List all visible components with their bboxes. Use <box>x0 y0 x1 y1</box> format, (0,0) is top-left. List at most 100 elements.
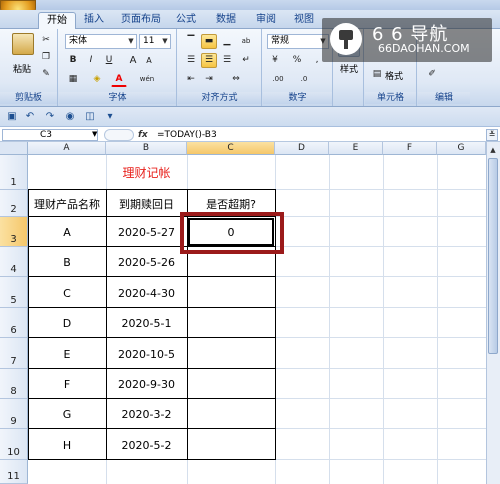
row-header-8[interactable]: 8 <box>0 369 28 399</box>
format-label[interactable]: 格式 <box>385 69 403 82</box>
cell-a3[interactable]: A <box>28 226 106 239</box>
decrease-decimal-button[interactable]: .0 <box>293 72 315 87</box>
number-format-select[interactable]: 常规▼ <box>267 34 329 49</box>
font-color-button[interactable]: A <box>111 72 127 87</box>
currency-icon[interactable]: ¥ <box>267 53 283 68</box>
column-header-a[interactable]: A <box>28 142 106 155</box>
table-border <box>28 459 276 460</box>
fill-color-icon[interactable]: ◈ <box>89 72 105 87</box>
cell-a8[interactable]: F <box>28 378 106 391</box>
align-center-icon[interactable]: ☰ <box>201 53 217 68</box>
name-box[interactable]: C3 <box>2 129 98 141</box>
column-header-d[interactable]: D <box>275 142 329 155</box>
paste-icon[interactable] <box>12 33 34 55</box>
font-size-select[interactable]: 11 ▼ <box>139 34 171 49</box>
header-overdue[interactable]: 是否超期? <box>187 196 275 212</box>
row-header-1[interactable]: 1 <box>0 155 28 190</box>
align-left-icon[interactable]: ☰ <box>183 53 199 68</box>
underline-button[interactable]: U <box>101 53 117 68</box>
row-header-4[interactable]: 4 <box>0 247 28 277</box>
tab-page-layout[interactable]: 页面布局 <box>114 12 168 29</box>
row-header-6[interactable]: 6 <box>0 308 28 338</box>
select-all-corner[interactable] <box>0 142 28 155</box>
spreadsheet-grid[interactable]: A B C D E F G 1 2 3 4 5 6 7 8 9 10 11 理财… <box>0 142 486 484</box>
align-bottom-icon[interactable]: ▁ <box>219 34 235 49</box>
cell-b10[interactable]: 2020-5-2 <box>106 439 187 452</box>
cell-a4[interactable]: B <box>28 256 106 269</box>
formula-input[interactable]: =TODAY()-B3 <box>157 129 217 141</box>
format-painter-icon[interactable]: ✎ <box>38 67 54 82</box>
row-header-11[interactable]: 11 <box>0 460 28 484</box>
row-header-5[interactable]: 5 <box>0 277 28 308</box>
sheet-title[interactable]: 理财记帐 <box>106 164 187 181</box>
cell-b5[interactable]: 2020-4-30 <box>106 287 187 300</box>
phonetic-button[interactable]: wén <box>135 72 159 87</box>
tab-data[interactable]: 数据 <box>210 12 242 29</box>
header-maturity-date[interactable]: 到期赎回日 <box>106 196 187 212</box>
print-preview-icon[interactable]: ◫ <box>84 111 96 123</box>
align-middle-icon[interactable]: ▬ <box>201 34 217 49</box>
cell-a7[interactable]: E <box>28 348 106 361</box>
column-header-c[interactable]: C <box>187 142 275 155</box>
orientation-button[interactable]: ab <box>238 34 254 49</box>
chevron-down-icon[interactable]: ▼ <box>92 130 97 138</box>
increase-decimal-button[interactable]: .00 <box>267 72 289 87</box>
decrease-indent-icon[interactable]: ⇤ <box>183 72 199 87</box>
cell-a6[interactable]: D <box>28 317 106 330</box>
scrollbar-thumb[interactable] <box>488 158 498 354</box>
align-right-icon[interactable]: ☰ <box>219 53 235 68</box>
merge-center-icon[interactable]: ⇔ <box>223 72 249 87</box>
row-number: 2 <box>10 204 17 215</box>
font-grow-button[interactable]: A <box>125 53 141 68</box>
wrap-text-icon[interactable]: ↵ <box>238 53 254 68</box>
border-icon[interactable]: ▦ <box>65 72 81 87</box>
editing-group-label: 编辑 <box>418 92 470 104</box>
column-header-g[interactable]: G <box>437 142 486 155</box>
row-number: 10 <box>7 447 20 458</box>
cell-b3[interactable]: 2020-5-27 <box>106 226 187 239</box>
expand-formula-icon[interactable]: ≚ <box>486 129 498 141</box>
disk-icon[interactable]: ◉ <box>64 111 76 123</box>
tab-insert[interactable]: 插入 <box>78 12 110 29</box>
column-header-b[interactable]: B <box>106 142 187 155</box>
cell-a10[interactable]: H <box>28 439 106 452</box>
copy-icon[interactable]: ❐ <box>38 50 54 65</box>
tab-view[interactable]: 视图 <box>288 12 320 29</box>
row-header-7[interactable]: 7 <box>0 338 28 369</box>
font-shrink-button[interactable]: A <box>141 53 157 68</box>
align-top-icon[interactable]: ▔ <box>183 34 199 49</box>
save-icon[interactable]: ▣ <box>6 111 18 123</box>
row-header-10[interactable]: 10 <box>0 429 28 460</box>
chevron-down-icon[interactable]: ▾ <box>104 111 116 123</box>
bold-button[interactable]: B <box>65 53 81 68</box>
tab-formulas[interactable]: 公式 <box>170 12 202 29</box>
font-name-select[interactable]: 宋体 ▼ <box>65 34 137 49</box>
cell-b7[interactable]: 2020-10-5 <box>106 348 187 361</box>
percent-button[interactable]: % <box>289 53 305 68</box>
formula-bar-divider[interactable] <box>104 129 134 141</box>
cell-b6[interactable]: 2020-5-1 <box>106 317 187 330</box>
cell-a5[interactable]: C <box>28 287 106 300</box>
cell-b9[interactable]: 2020-3-2 <box>106 408 187 421</box>
column-header-f[interactable]: F <box>383 142 437 155</box>
clear-icon[interactable]: ✐ <box>424 67 440 82</box>
format-cells-icon[interactable]: ▤ <box>369 67 385 82</box>
cut-icon[interactable]: ✂ <box>38 33 54 48</box>
cell-b4[interactable]: 2020-5-26 <box>106 256 187 269</box>
undo-icon[interactable]: ↶ <box>24 111 36 123</box>
increase-indent-icon[interactable]: ⇥ <box>201 72 217 87</box>
tab-home[interactable]: 开始 <box>38 12 76 29</box>
scroll-up-icon[interactable]: ▲ <box>488 144 498 156</box>
redo-icon[interactable]: ↷ <box>44 111 56 123</box>
insert-function-button[interactable]: fx <box>138 129 150 141</box>
cell-b8[interactable]: 2020-9-30 <box>106 378 187 391</box>
cell-a9[interactable]: G <box>28 408 106 421</box>
tab-review[interactable]: 审阅 <box>250 12 282 29</box>
row-header-3[interactable]: 3 <box>0 217 28 247</box>
formula-bar: C3 ▼ fx =TODAY()-B3 ≚ <box>0 128 500 142</box>
column-header-e[interactable]: E <box>329 142 383 155</box>
row-header-9[interactable]: 9 <box>0 399 28 429</box>
header-product-name[interactable]: 理财产品名称 <box>28 196 106 212</box>
row-header-2[interactable]: 2 <box>0 190 28 217</box>
italic-button[interactable]: I <box>83 53 99 68</box>
